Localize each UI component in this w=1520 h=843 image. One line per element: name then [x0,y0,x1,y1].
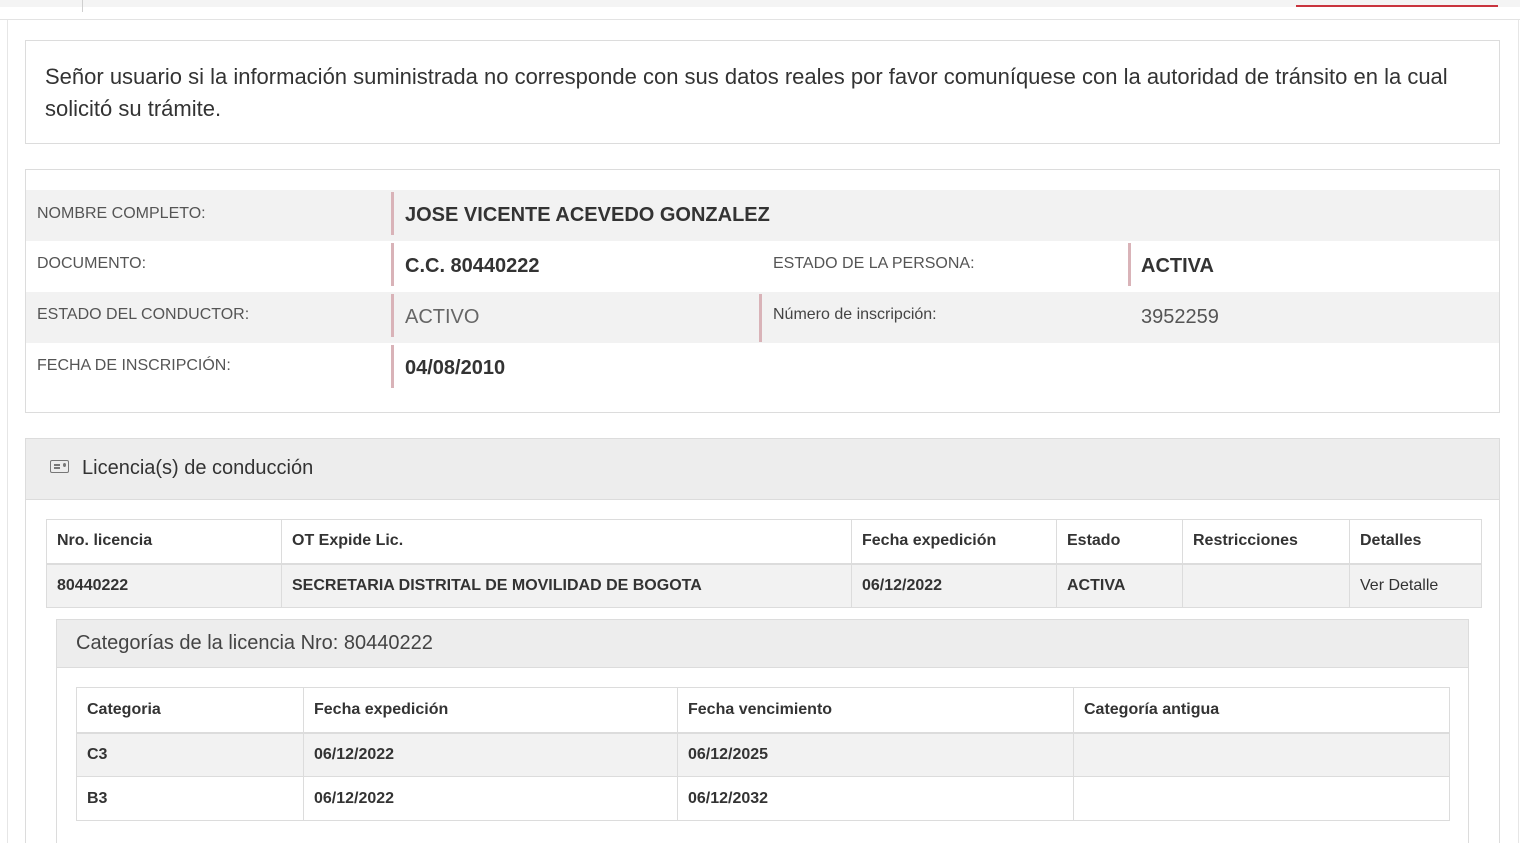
person-row-fecha: FECHA DE INSCRIPCIÓN: 04/08/2010 [26,343,1499,394]
nombre-label: NOMBRE COMPLETO: [37,205,206,222]
column-header: Categoría antigua [1073,687,1450,734]
column-header: Nro. licencia [46,519,282,565]
licencias-header: Licencia(s) de conducción [26,439,1499,500]
top-strip-shade [0,0,1520,7]
column-header: Fecha vencimiento [677,687,1074,734]
cell-nro-licencia: 80440222 [46,563,282,608]
numero-inscripcion-value: 3952259 [1141,306,1219,328]
field-divider [391,192,394,235]
top-strip-divider [82,0,83,12]
person-row-documento: DOCUMENTO: C.C. 80440222 ESTADO DE LA PE… [26,241,1499,292]
field-divider [391,345,394,388]
licencias-table: Nro. licencia OT Expide Lic. Fecha exped… [46,519,1482,608]
table-row[interactable]: 80440222 SECRETARIA DISTRITAL DE MOVILID… [46,563,1482,608]
column-header: Fecha expedición [303,687,678,734]
column-header: Fecha expedición [851,519,1057,565]
field-divider [391,243,394,286]
field-divider [1128,243,1131,286]
licencias-title: Licencia(s) de conducción [82,457,314,479]
estado-persona-label: ESTADO DE LA PERSONA: [773,255,975,272]
fecha-inscripcion-label: FECHA DE INSCRIPCIÓN: [37,357,231,374]
cell-ot-expide: SECRETARIA DISTRITAL DE MOVILIDAD DE BOG… [281,563,852,608]
column-header: Restricciones [1182,519,1350,565]
cell-fecha-expedicion: 06/12/2022 [303,732,678,777]
table-row: B3 06/12/2022 06/12/2032 [76,776,1450,821]
cell-estado: ACTIVA [1056,563,1183,608]
person-row-nombre: NOMBRE COMPLETO: JOSE VICENTE ACEVEDO GO… [26,190,1499,241]
cell-categoria-antigua [1073,732,1450,777]
active-tab-indicator [1296,5,1498,7]
table-header-row: Categoria Fecha expedición Fecha vencimi… [76,687,1450,734]
cell-restricciones [1182,563,1350,608]
numero-inscripcion-label: Número de inscripción: [773,306,937,323]
categorias-table: Categoria Fecha expedición Fecha vencimi… [76,687,1450,821]
table-header-row: Nro. licencia OT Expide Lic. Fecha exped… [46,519,1482,565]
nombre-value: JOSE VICENTE ACEVEDO GONZALEZ [405,204,770,226]
field-divider [391,294,394,337]
notice-text: Señor usuario si la información suminist… [45,64,1448,121]
estado-conductor-value: ACTIVO [405,306,480,328]
cell-fecha-vencimiento: 06/12/2032 [677,776,1074,821]
cell-fecha-expedicion: 06/12/2022 [851,563,1057,608]
top-strip [0,0,1520,20]
column-header: Categoria [76,687,304,734]
documento-label: DOCUMENTO: [37,255,147,272]
field-divider [759,294,762,342]
id-card-icon [50,460,69,473]
table-row: C3 06/12/2022 06/12/2025 [76,732,1450,777]
fecha-inscripcion-value: 04/08/2010 [405,357,506,379]
categorias-header: Categorías de la licencia Nro: 80440222 [57,620,1468,668]
column-header: OT Expide Lic. [281,519,852,565]
estado-conductor-label: ESTADO DEL CONDUCTOR: [37,306,250,323]
column-header: Estado [1056,519,1183,565]
estado-persona-value: ACTIVA [1141,255,1214,277]
person-info-panel: NOMBRE COMPLETO: JOSE VICENTE ACEVEDO GO… [25,169,1500,413]
cell-categoria: C3 [76,732,304,777]
notice-box: Señor usuario si la información suminist… [25,40,1500,144]
column-header: Detalles [1349,519,1482,565]
cell-fecha-vencimiento: 06/12/2025 [677,732,1074,777]
documento-value: C.C. 80440222 [405,255,540,277]
cell-fecha-expedicion: 06/12/2022 [303,776,678,821]
categorias-title: Categorías de la licencia Nro: 80440222 [76,632,433,654]
ver-detalle-link[interactable]: Ver Detalle [1349,563,1482,608]
cell-categoria-antigua [1073,776,1450,821]
person-row-conductor: ESTADO DEL CONDUCTOR: ACTIVO Número de i… [26,292,1499,343]
cell-categoria: B3 [76,776,304,821]
categorias-panel: Categorías de la licencia Nro: 80440222 … [56,619,1469,843]
